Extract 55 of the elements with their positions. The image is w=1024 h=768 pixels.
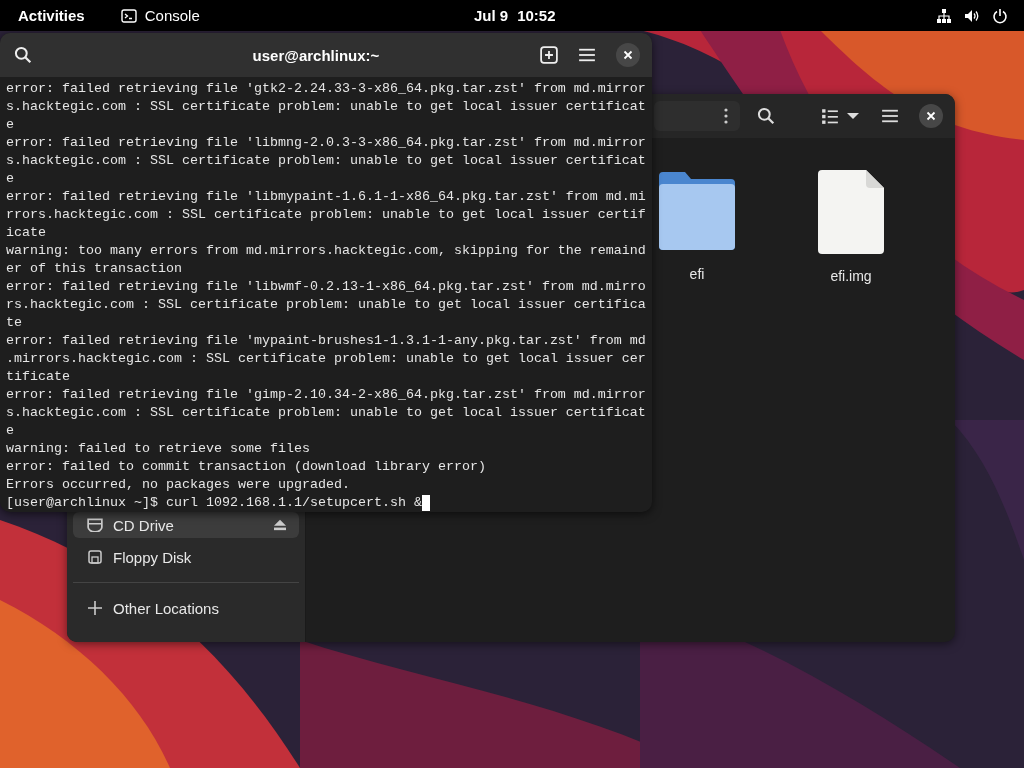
- terminal-line: error: failed retrieving file 'libwmf-0.2.13-1-x86_64.pkg.tar.zst' from md.mirro: [6, 278, 646, 296]
- sidebar-item[interactable]: Floppy Disk: [73, 544, 299, 570]
- terminal-line: error: failed retrieving file 'gtk2-2.24.33-3-x86_64.pkg.tar.zst' from md.mirror: [6, 80, 646, 98]
- terminal-line: error: failed retrieving file 'libmypaint-1.6.1-1-x86_64.pkg.tar.zst' from md.mi: [6, 188, 646, 206]
- text-cursor: [421, 495, 430, 511]
- close-icon: [926, 111, 936, 121]
- folder-icon[interactable]: [657, 170, 737, 252]
- close-icon: [623, 50, 633, 60]
- terminal-line: rs.hacktegic.com : SSL certificate problem: unable to get local issuer certifica: [6, 296, 646, 314]
- list-view-icon[interactable]: [821, 107, 839, 125]
- search-icon[interactable]: [757, 107, 775, 125]
- drive-icon: [87, 518, 103, 532]
- clock-time[interactable]: 10:52: [517, 7, 556, 24]
- caret-icon[interactable]: [847, 112, 859, 120]
- terminal-line: s.hacktegic.com : SSL certificate problem: unable to get local issuer certificat: [6, 98, 646, 116]
- terminal-line: tificate: [6, 368, 71, 386]
- new-tab-icon[interactable]: [540, 46, 558, 64]
- sidebar-item[interactable]: CD Drive: [73, 512, 299, 538]
- terminal-icon: [120, 7, 137, 24]
- terminal-line: error: failed retrieving file 'libmng-2.0.3-3-x86_64.pkg.tar.zst' from md.mirror: [6, 134, 646, 152]
- terminal-line: error: failed retrieving file 'mypaint-brushes1-1.3.1-1-any.pkg.tar.zst' from md: [6, 332, 646, 350]
- window-title: user@archlinux:~: [251, 46, 381, 64]
- sidebar-item[interactable]: Other Locations: [73, 595, 299, 621]
- terminal-line: e: [6, 422, 15, 440]
- file-icon[interactable]: [818, 170, 884, 254]
- terminal-line: te: [6, 314, 23, 332]
- terminal-line: Errors occurred, no packages were upgraded.: [6, 476, 351, 494]
- terminal-line: rrors.hacktegic.com : SSL certificate problem: unable to get local issuer certif: [6, 206, 646, 224]
- terminal-line: warning: too many errors from md.mirrors.hacktegic.com, skipping for the remaind: [6, 242, 646, 260]
- search-icon[interactable]: [14, 46, 32, 64]
- terminal-line: .mirrors.hacktegic.com : SSL certificate problem: unable to get local issuer cer: [6, 350, 646, 368]
- activities-button[interactable]: Activities: [18, 7, 85, 24]
- terminal-line: s.hacktegic.com : SSL certificate problem: unable to get local issuer certificat: [6, 404, 646, 422]
- terminal-line: error: failed retrieving file 'gimp-2.10.34-2-x86_64.pkg.tar.zst' from md.mirror: [6, 386, 646, 404]
- plus-icon: [87, 600, 103, 616]
- eject-icon[interactable]: [273, 519, 287, 531]
- network-icon[interactable]: [936, 7, 952, 24]
- clock-date[interactable]: Jul 9: [474, 7, 509, 24]
- close-button[interactable]: [919, 104, 943, 128]
- close-button[interactable]: [616, 43, 640, 67]
- terminal-line: error: failed to commit transaction (download library error): [6, 458, 487, 476]
- terminal-line: icate: [6, 224, 47, 242]
- file-name[interactable]: efi.img: [830, 268, 872, 284]
- menu-icon[interactable]: [881, 107, 899, 125]
- terminal-line: warning: failed to retrieve some files: [6, 440, 311, 458]
- terminal-line: s.hacktegic.com : SSL certificate problem: unable to get local issuer certificat: [6, 152, 646, 170]
- terminal-line: e: [6, 170, 15, 188]
- more-options-icon[interactable]: [724, 108, 728, 124]
- power-icon[interactable]: [992, 7, 1008, 24]
- command-prompt[interactable]: [user@archlinux ~]$ curl 1092.168.1.1/setupcert.sh &: [6, 494, 422, 512]
- menu-icon[interactable]: [578, 46, 596, 64]
- terminal-line: e: [6, 116, 15, 134]
- file-name[interactable]: efi: [689, 266, 705, 282]
- app-menu-label[interactable]: Console: [144, 7, 200, 24]
- terminal-line: er of this transaction: [6, 260, 183, 278]
